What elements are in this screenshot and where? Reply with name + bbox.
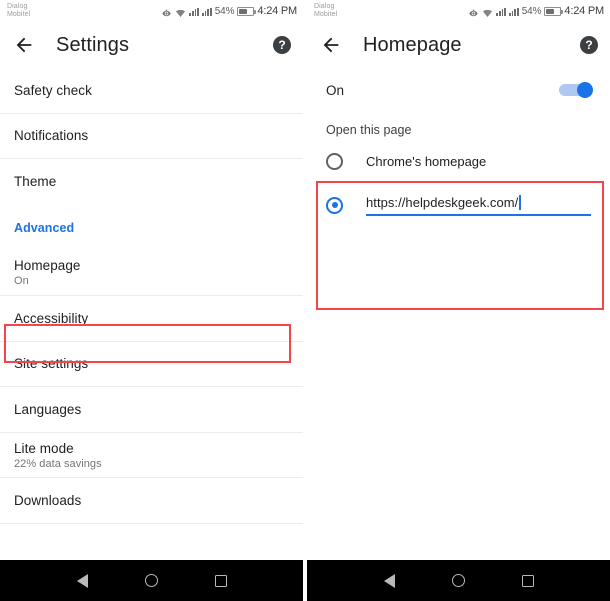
row-subtitle: On (14, 275, 29, 288)
settings-list: Safety check Notifications Theme Advance… (0, 68, 303, 560)
dual-screenshot-stage: Dialog Mobitel 54% 4:24 PM Settings ? Sa… (0, 0, 610, 601)
row-title: Languages (14, 401, 82, 417)
homepage-toggle-row[interactable]: On (307, 68, 610, 112)
status-bar-left: Dialog Mobitel 54% 4:24 PM (0, 0, 303, 22)
row-title: Theme (14, 174, 57, 190)
signal-icon-sim2 (201, 7, 212, 16)
row-title: Advanced (14, 220, 75, 235)
battery-percent-label: 54% (521, 5, 542, 17)
eye-icon (468, 6, 479, 17)
nav-back-button[interactable] (76, 573, 88, 588)
url-input-value: https://helpdeskgeek.com/ (366, 194, 519, 210)
settings-row-downloads[interactable]: Downloads (0, 478, 303, 524)
open-this-page-section: Open this page Chrome's homepage https:/… (307, 112, 610, 225)
row-title: Homepage (14, 258, 81, 274)
app-bar-homepage: Homepage ? (307, 22, 610, 68)
radio-label: Chrome's homepage (366, 153, 487, 169)
status-icons: 54% 4:24 PM (161, 5, 297, 17)
row-title: Lite mode (14, 440, 74, 456)
settings-row-lite-mode[interactable]: Lite mode 22% data savings (0, 432, 303, 479)
nav-recents-button[interactable] (521, 574, 534, 587)
settings-row-homepage[interactable]: Homepage On (0, 250, 303, 296)
row-title: Site settings (14, 356, 89, 372)
android-nav-bar-right (307, 560, 610, 601)
back-arrow-icon[interactable] (320, 34, 342, 56)
wifi-icon (482, 6, 493, 17)
signal-icon-sim2 (508, 7, 519, 16)
nav-back-button[interactable] (383, 573, 395, 588)
row-title: Safety check (14, 82, 92, 98)
row-title: Downloads (14, 493, 82, 509)
right-phone-screen: Dialog Mobitel 54% 4:24 PM Homepage ? On… (307, 0, 610, 601)
clock-label: 4:24 PM (257, 5, 297, 17)
help-icon[interactable]: ? (273, 36, 291, 54)
app-bar-settings: Settings ? (0, 22, 303, 68)
settings-row-theme[interactable]: Theme (0, 159, 303, 205)
row-title: Notifications (14, 128, 89, 144)
text-cursor (519, 194, 521, 210)
wifi-icon (175, 6, 186, 17)
page-title: Homepage (363, 33, 462, 56)
radio-button-checked[interactable] (326, 196, 343, 214)
toggle-thumb (577, 82, 593, 98)
battery-icon (237, 6, 257, 16)
clock-label: 4:24 PM (564, 5, 604, 17)
settings-row-safety-check[interactable]: Safety check (0, 68, 303, 114)
settings-section-advanced: Advanced (0, 204, 303, 251)
battery-icon (544, 6, 564, 16)
android-nav-bar-left (0, 560, 303, 601)
radio-option-chrome-homepage[interactable]: Chrome's homepage (326, 141, 591, 181)
homepage-content: On Open this page Chrome's homepage http… (307, 68, 610, 560)
signal-icon-sim1 (496, 7, 506, 16)
status-icons: 54% 4:24 PM (468, 5, 604, 17)
nav-home-button[interactable] (451, 574, 465, 587)
page-title: Settings (56, 33, 130, 56)
settings-row-accessibility[interactable]: Accessibility (0, 295, 303, 342)
homepage-toggle-switch[interactable] (559, 82, 593, 98)
signal-icon-sim1 (189, 7, 199, 16)
settings-row-site-settings[interactable]: Site settings (0, 341, 303, 388)
nav-home-button[interactable] (144, 574, 158, 587)
settings-row-languages[interactable]: Languages (0, 387, 303, 433)
settings-row-notifications[interactable]: Notifications (0, 113, 303, 160)
homepage-url-input[interactable]: https://helpdeskgeek.com/ (366, 194, 591, 216)
left-phone-screen: Dialog Mobitel 54% 4:24 PM Settings ? Sa… (0, 0, 303, 601)
back-arrow-icon[interactable] (13, 34, 35, 56)
battery-percent-label: 54% (214, 5, 235, 17)
carrier-label: Dialog Mobitel (7, 2, 31, 19)
eye-icon (161, 6, 172, 17)
row-title: Accessibility (14, 310, 89, 326)
status-bar-right: Dialog Mobitel 54% 4:24 PM (307, 0, 610, 22)
row-subtitle: 22% data savings (14, 457, 102, 470)
section-title: Open this page (326, 123, 412, 137)
radio-button-unchecked[interactable] (326, 152, 343, 170)
help-icon[interactable]: ? (580, 36, 598, 54)
nav-recents-button[interactable] (214, 574, 227, 587)
toggle-label: On (326, 82, 345, 98)
radio-option-custom-url[interactable]: https://helpdeskgeek.com/ (326, 185, 591, 225)
carrier-label: Dialog Mobitel (314, 2, 338, 19)
